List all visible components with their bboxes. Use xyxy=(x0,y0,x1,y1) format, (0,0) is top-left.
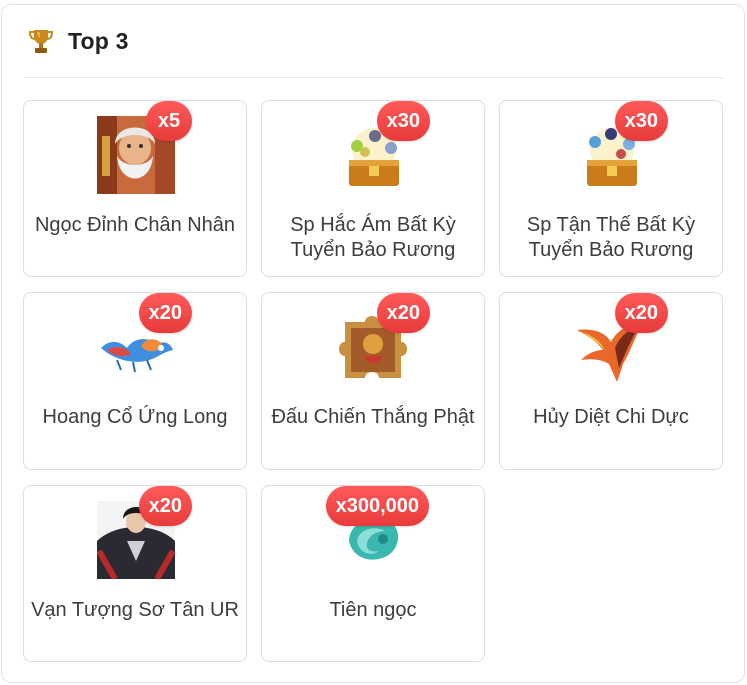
quantity-badge: x20 xyxy=(138,486,192,526)
top-rewards-panel: Top 3 x5 Ngọc Đỉnh Chân Nhân x30 Sp Hắc … xyxy=(1,4,745,683)
item-name: Sp Hắc Ám Bất Kỳ Tuyển Bảo Rương xyxy=(290,214,456,261)
item-name: Hủy Diệt Chi Dực xyxy=(533,406,689,428)
reward-card-1[interactable]: x5 Ngọc Đỉnh Chân Nhân xyxy=(23,100,247,277)
trophy-icon xyxy=(28,30,54,53)
item-name: Hoang Cổ Ứng Long xyxy=(42,406,228,428)
quantity-badge: x300,000 xyxy=(325,486,429,526)
reward-card-3[interactable]: x30 Sp Tận Thế Bất Kỳ Tuyển Bảo Rương xyxy=(499,100,723,277)
reward-card-7[interactable]: x20 Vạn Tượng Sơ Tân UR xyxy=(23,485,247,662)
reward-card-2[interactable]: x30 Sp Hắc Ám Bất Kỳ Tuyển Bảo Rương xyxy=(261,100,485,277)
quantity-badge: x5 xyxy=(146,101,192,141)
quantity-badge: x20 xyxy=(138,293,192,333)
item-name: Đấu Chiến Thắng Phật xyxy=(271,406,475,428)
quantity-badge: x30 xyxy=(614,101,668,141)
quantity-badge: x20 xyxy=(376,293,430,333)
item-name: Sp Tận Thế Bất Kỳ Tuyển Bảo Rương xyxy=(526,214,696,261)
item-name: Tiên ngọc xyxy=(329,599,417,621)
panel-header: Top 3 xyxy=(24,5,724,78)
item-name: Vạn Tượng Sơ Tân UR xyxy=(31,599,239,621)
reward-card-5[interactable]: x20 Đấu Chiến Thắng Phật xyxy=(261,292,485,470)
quantity-badge: x20 xyxy=(614,293,668,333)
reward-card-8[interactable]: x300,000 Tiên ngọc xyxy=(261,485,485,662)
quantity-badge: x30 xyxy=(376,101,430,141)
item-name: Ngọc Đỉnh Chân Nhân xyxy=(34,214,236,236)
reward-card-4[interactable]: x20 Hoang Cổ Ứng Long xyxy=(23,292,247,470)
panel-title: Top 3 xyxy=(68,27,129,54)
reward-card-6[interactable]: x20 Hủy Diệt Chi Dực xyxy=(499,292,723,470)
